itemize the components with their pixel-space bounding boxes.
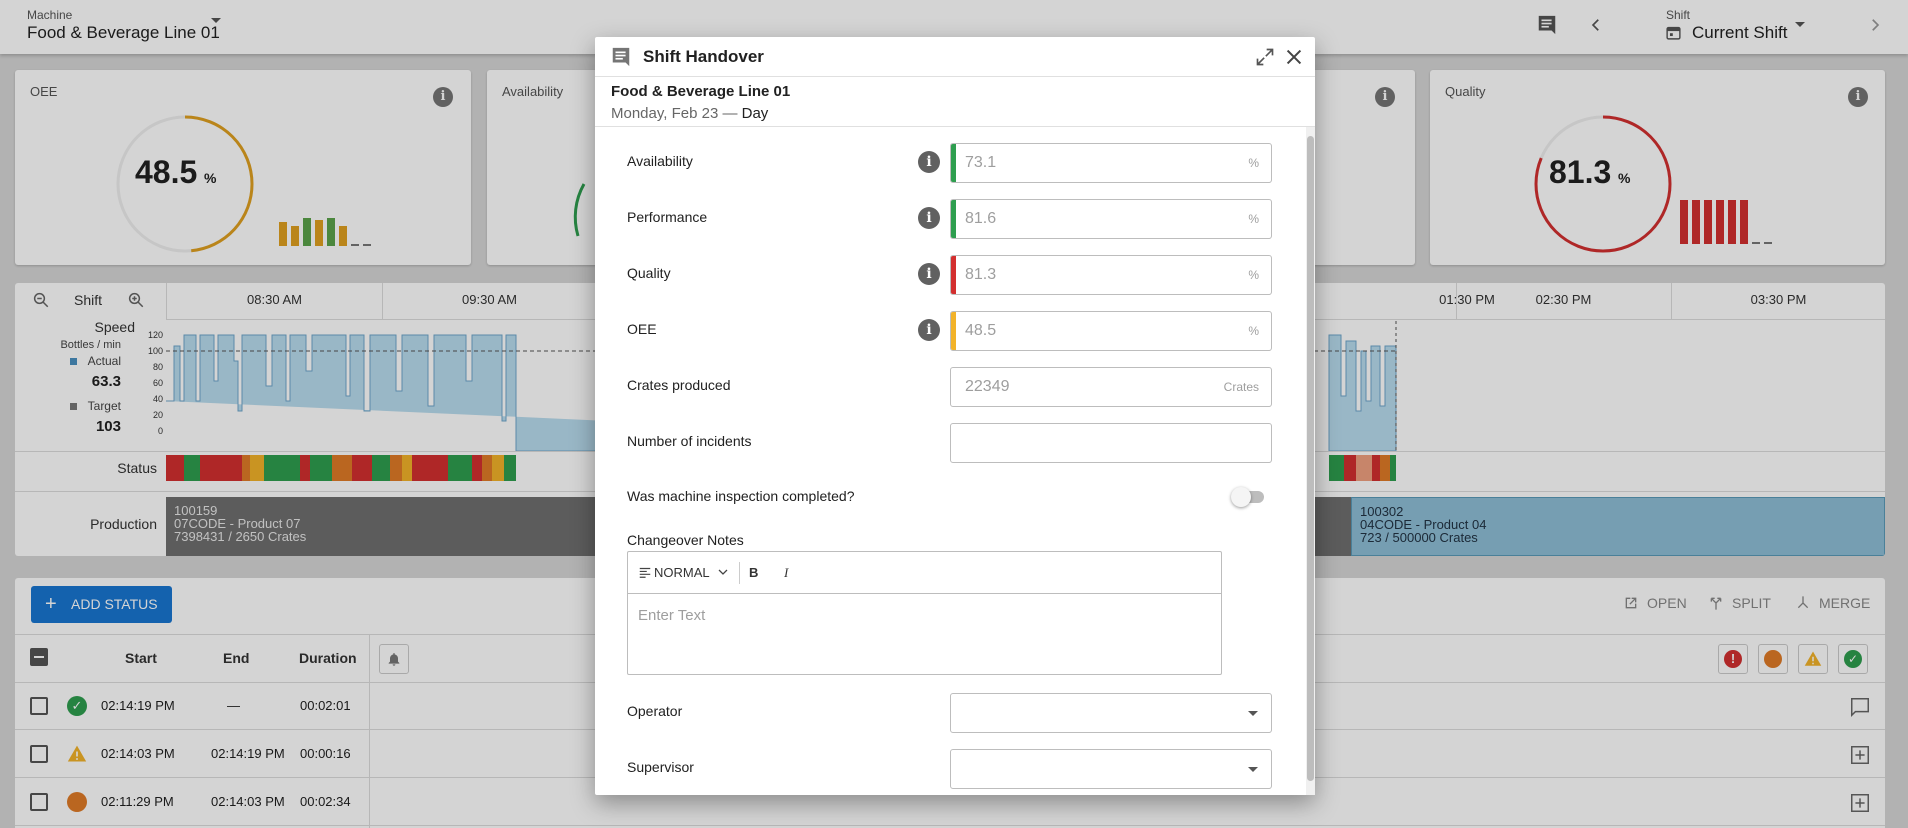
notes-label: Changeover Notes bbox=[627, 532, 744, 548]
info-icon[interactable]: i bbox=[918, 263, 940, 285]
scrollbar-thumb[interactable] bbox=[1307, 136, 1314, 781]
crates-value: 22349 bbox=[965, 378, 1010, 395]
crates-unit: Crates bbox=[1223, 380, 1259, 394]
dialog-body: Availability i 73.1 % Performance i 81.6… bbox=[595, 127, 1306, 795]
toggle-knob bbox=[1231, 487, 1251, 507]
expand-icon[interactable] bbox=[1255, 47, 1275, 67]
supervisor-select[interactable] bbox=[950, 749, 1272, 789]
percent-unit: % bbox=[1248, 156, 1259, 170]
availability-field[interactable]: 73.1 % bbox=[950, 143, 1272, 183]
chevron-down-icon bbox=[1248, 711, 1258, 716]
notes-textarea[interactable]: Enter Text bbox=[638, 607, 705, 624]
dialog-date-text: Monday, Feb 23 — bbox=[611, 105, 738, 122]
status-color-bar bbox=[951, 312, 956, 350]
notes-editor: NORMAL B I Enter Text bbox=[627, 551, 1222, 675]
inspection-label: Was machine inspection completed? bbox=[627, 488, 855, 504]
info-icon[interactable]: i bbox=[918, 319, 940, 341]
oee-field[interactable]: 48.5 % bbox=[950, 311, 1272, 351]
dialog-date: Monday, Feb 23 — Day bbox=[611, 105, 768, 122]
crates-label: Crates produced bbox=[627, 377, 731, 393]
text-align-icon bbox=[639, 567, 651, 578]
toolbar-divider bbox=[739, 562, 740, 584]
operator-label: Operator bbox=[627, 703, 683, 719]
status-color-bar bbox=[951, 144, 956, 182]
incidents-input[interactable] bbox=[950, 423, 1272, 463]
bold-button[interactable]: B bbox=[749, 565, 758, 580]
paragraph-style-select[interactable]: NORMAL bbox=[638, 565, 729, 580]
status-color-bar bbox=[951, 200, 956, 238]
dialog-header: Shift Handover bbox=[595, 37, 1315, 77]
performance-field[interactable]: 81.6 % bbox=[950, 199, 1272, 239]
status-color-bar bbox=[951, 256, 956, 294]
availability-label: Availability bbox=[627, 153, 693, 169]
incidents-label: Number of incidents bbox=[627, 433, 752, 449]
operator-select[interactable] bbox=[950, 693, 1272, 733]
quality-label: Quality bbox=[627, 265, 671, 281]
comments-icon bbox=[612, 47, 630, 67]
crates-field[interactable]: 22349 Crates bbox=[950, 367, 1272, 407]
chevron-down-icon bbox=[718, 569, 728, 575]
dialog-title: Shift Handover bbox=[643, 47, 764, 66]
paragraph-style-label: NORMAL bbox=[654, 565, 710, 580]
italic-button[interactable]: I bbox=[784, 565, 788, 581]
inspection-toggle[interactable] bbox=[1231, 487, 1264, 507]
availability-value: 73.1 bbox=[965, 154, 997, 171]
percent-unit: % bbox=[1248, 324, 1259, 338]
quality-field[interactable]: 81.3 % bbox=[950, 255, 1272, 295]
performance-value: 81.6 bbox=[965, 210, 997, 227]
performance-label: Performance bbox=[627, 209, 708, 225]
oee-value: 48.5 bbox=[965, 322, 997, 339]
oee-label: OEE bbox=[627, 321, 657, 337]
percent-unit: % bbox=[1248, 212, 1259, 226]
dialog-machine: Food & Beverage Line 01 bbox=[611, 83, 791, 100]
percent-unit: % bbox=[1248, 268, 1259, 282]
info-icon[interactable]: i bbox=[918, 151, 940, 173]
dialog-shift: Day bbox=[741, 105, 769, 122]
close-icon[interactable] bbox=[1283, 46, 1305, 68]
editor-toolbar: NORMAL B I bbox=[628, 552, 1221, 594]
quality-value: 81.3 bbox=[965, 266, 997, 283]
supervisor-label: Supervisor bbox=[627, 759, 694, 775]
shift-handover-dialog: Shift Handover Food & Beverage Line 01 M… bbox=[595, 37, 1315, 795]
info-icon[interactable]: i bbox=[918, 207, 940, 229]
chevron-down-icon bbox=[1248, 767, 1258, 772]
